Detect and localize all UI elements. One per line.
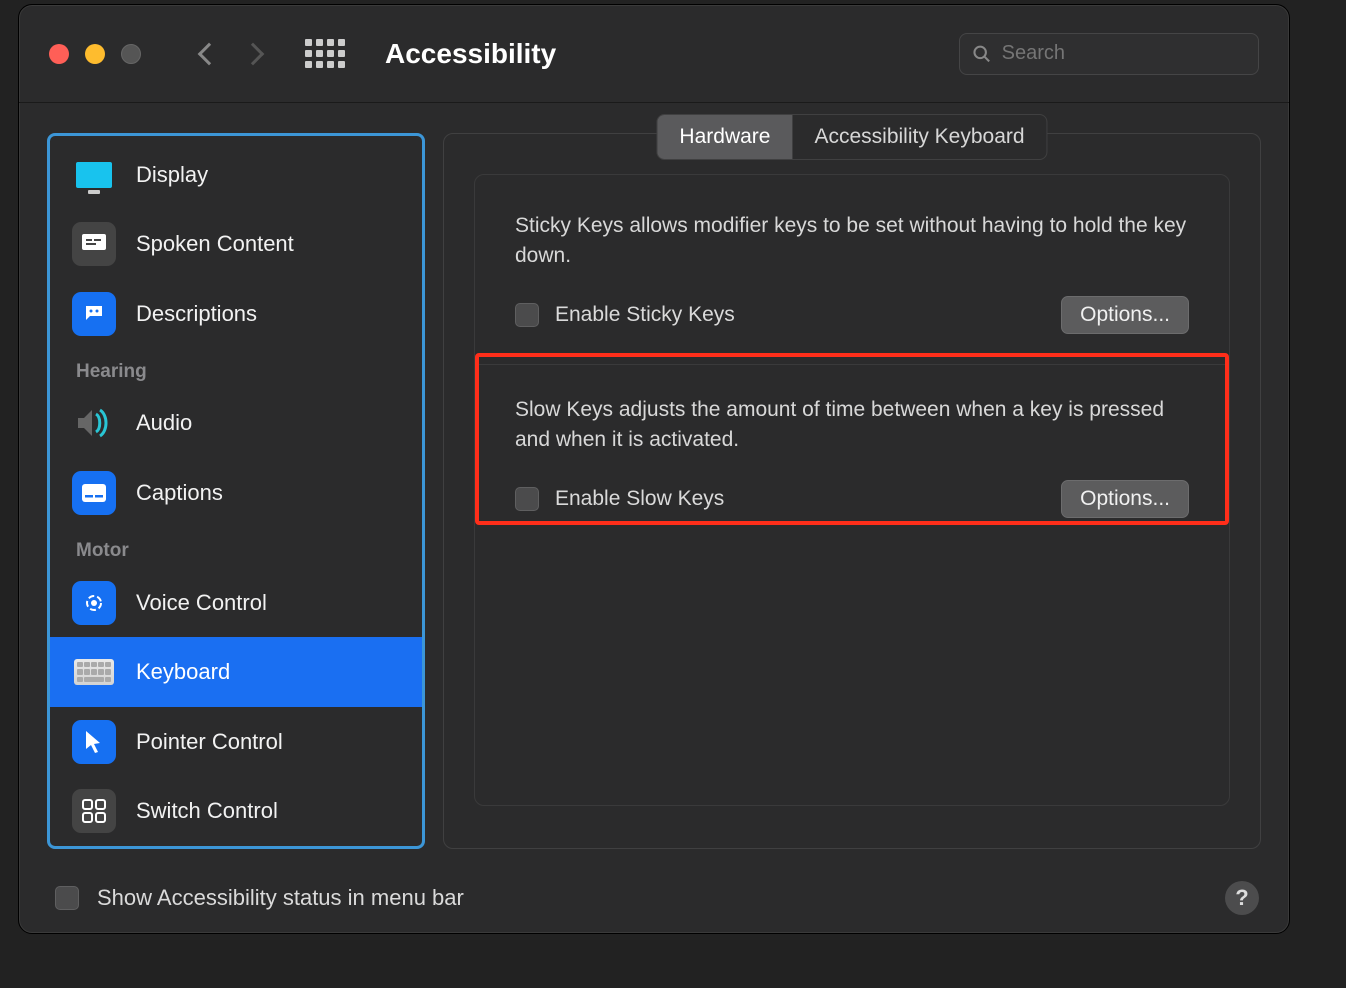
sidebar-item-captions[interactable]: Captions — [50, 458, 422, 528]
slow-keys-row: Enable Slow Keys Options... — [515, 480, 1189, 518]
slow-keys-options-button[interactable]: Options... — [1061, 480, 1189, 518]
content-panel: Hardware Accessibility Keyboard Sticky K… — [443, 133, 1261, 849]
hardware-panel: Sticky Keys allows modifier keys to be s… — [474, 174, 1230, 806]
close-window-button[interactable] — [49, 44, 69, 64]
sidebar-item-label: Audio — [136, 410, 192, 436]
pointer-control-icon — [72, 720, 116, 764]
titlebar: Accessibility — [19, 5, 1289, 103]
tab-hardware[interactable]: Hardware — [657, 115, 792, 159]
slow-keys-description: Slow Keys adjusts the amount of time bet… — [515, 395, 1189, 456]
sticky-keys-checkbox-group[interactable]: Enable Sticky Keys — [515, 303, 735, 327]
divider — [475, 364, 1229, 365]
footer: Show Accessibility status in menu bar ? — [19, 869, 1289, 933]
descriptions-icon — [72, 292, 116, 336]
zoom-window-button[interactable] — [121, 44, 141, 64]
sidebar: Display Spoken Content Descriptions Hear… — [47, 133, 425, 849]
show-status-checkbox[interactable] — [55, 886, 79, 910]
sidebar-item-descriptions[interactable]: Descriptions — [50, 279, 422, 349]
tab-bar: Hardware Accessibility Keyboard — [656, 114, 1047, 160]
sidebar-item-label: Keyboard — [136, 659, 230, 685]
sidebar-item-label: Captions — [136, 480, 223, 506]
tab-accessibility-keyboard[interactable]: Accessibility Keyboard — [792, 115, 1046, 159]
sidebar-item-display[interactable]: Display — [50, 140, 422, 210]
sidebar-item-switch-control[interactable]: Switch Control — [50, 777, 422, 847]
sidebar-item-label: Display — [136, 162, 208, 188]
nav-buttons — [201, 46, 261, 62]
forward-icon[interactable] — [242, 42, 265, 65]
keyboard-icon — [72, 650, 116, 694]
sidebar-item-label: Voice Control — [136, 590, 267, 616]
window-body: Display Spoken Content Descriptions Hear… — [19, 103, 1289, 869]
enable-slow-keys-checkbox[interactable] — [515, 487, 539, 511]
audio-icon — [72, 401, 116, 445]
back-icon[interactable] — [198, 42, 221, 65]
sticky-keys-options-button[interactable]: Options... — [1061, 296, 1189, 334]
window-title: Accessibility — [385, 38, 556, 70]
sidebar-item-voice-control[interactable]: Voice Control — [50, 568, 422, 638]
section-hearing: Hearing — [50, 349, 422, 389]
captions-icon — [72, 471, 116, 515]
slow-keys-checkbox-group[interactable]: Enable Slow Keys — [515, 487, 724, 511]
enable-sticky-keys-label: Enable Sticky Keys — [555, 303, 735, 327]
spoken-content-icon — [72, 222, 116, 266]
sidebar-item-spoken-content[interactable]: Spoken Content — [50, 210, 422, 280]
traffic-lights — [49, 44, 141, 64]
minimize-window-button[interactable] — [85, 44, 105, 64]
sidebar-item-label: Pointer Control — [136, 729, 283, 755]
sticky-keys-row: Enable Sticky Keys Options... — [515, 296, 1189, 334]
search-field[interactable] — [959, 33, 1259, 75]
search-icon — [972, 43, 992, 65]
show-all-icon[interactable] — [305, 39, 345, 68]
sidebar-item-label: Switch Control — [136, 798, 278, 824]
enable-slow-keys-label: Enable Slow Keys — [555, 487, 724, 511]
search-input[interactable] — [1002, 42, 1246, 65]
display-icon — [72, 153, 116, 197]
sticky-keys-description: Sticky Keys allows modifier keys to be s… — [515, 211, 1189, 272]
enable-sticky-keys-checkbox[interactable] — [515, 303, 539, 327]
help-button[interactable]: ? — [1225, 881, 1259, 915]
voice-control-icon — [72, 581, 116, 625]
section-motor: Motor — [50, 528, 422, 568]
sidebar-item-pointer-control[interactable]: Pointer Control — [50, 707, 422, 777]
switch-control-icon — [72, 789, 116, 833]
show-status-label: Show Accessibility status in menu bar — [97, 885, 464, 911]
sidebar-item-audio[interactable]: Audio — [50, 389, 422, 459]
sidebar-item-label: Descriptions — [136, 301, 257, 327]
preferences-window: Accessibility Display Spoken Content — [18, 4, 1290, 934]
sidebar-item-label: Spoken Content — [136, 231, 294, 257]
sidebar-item-keyboard[interactable]: Keyboard — [50, 637, 422, 707]
